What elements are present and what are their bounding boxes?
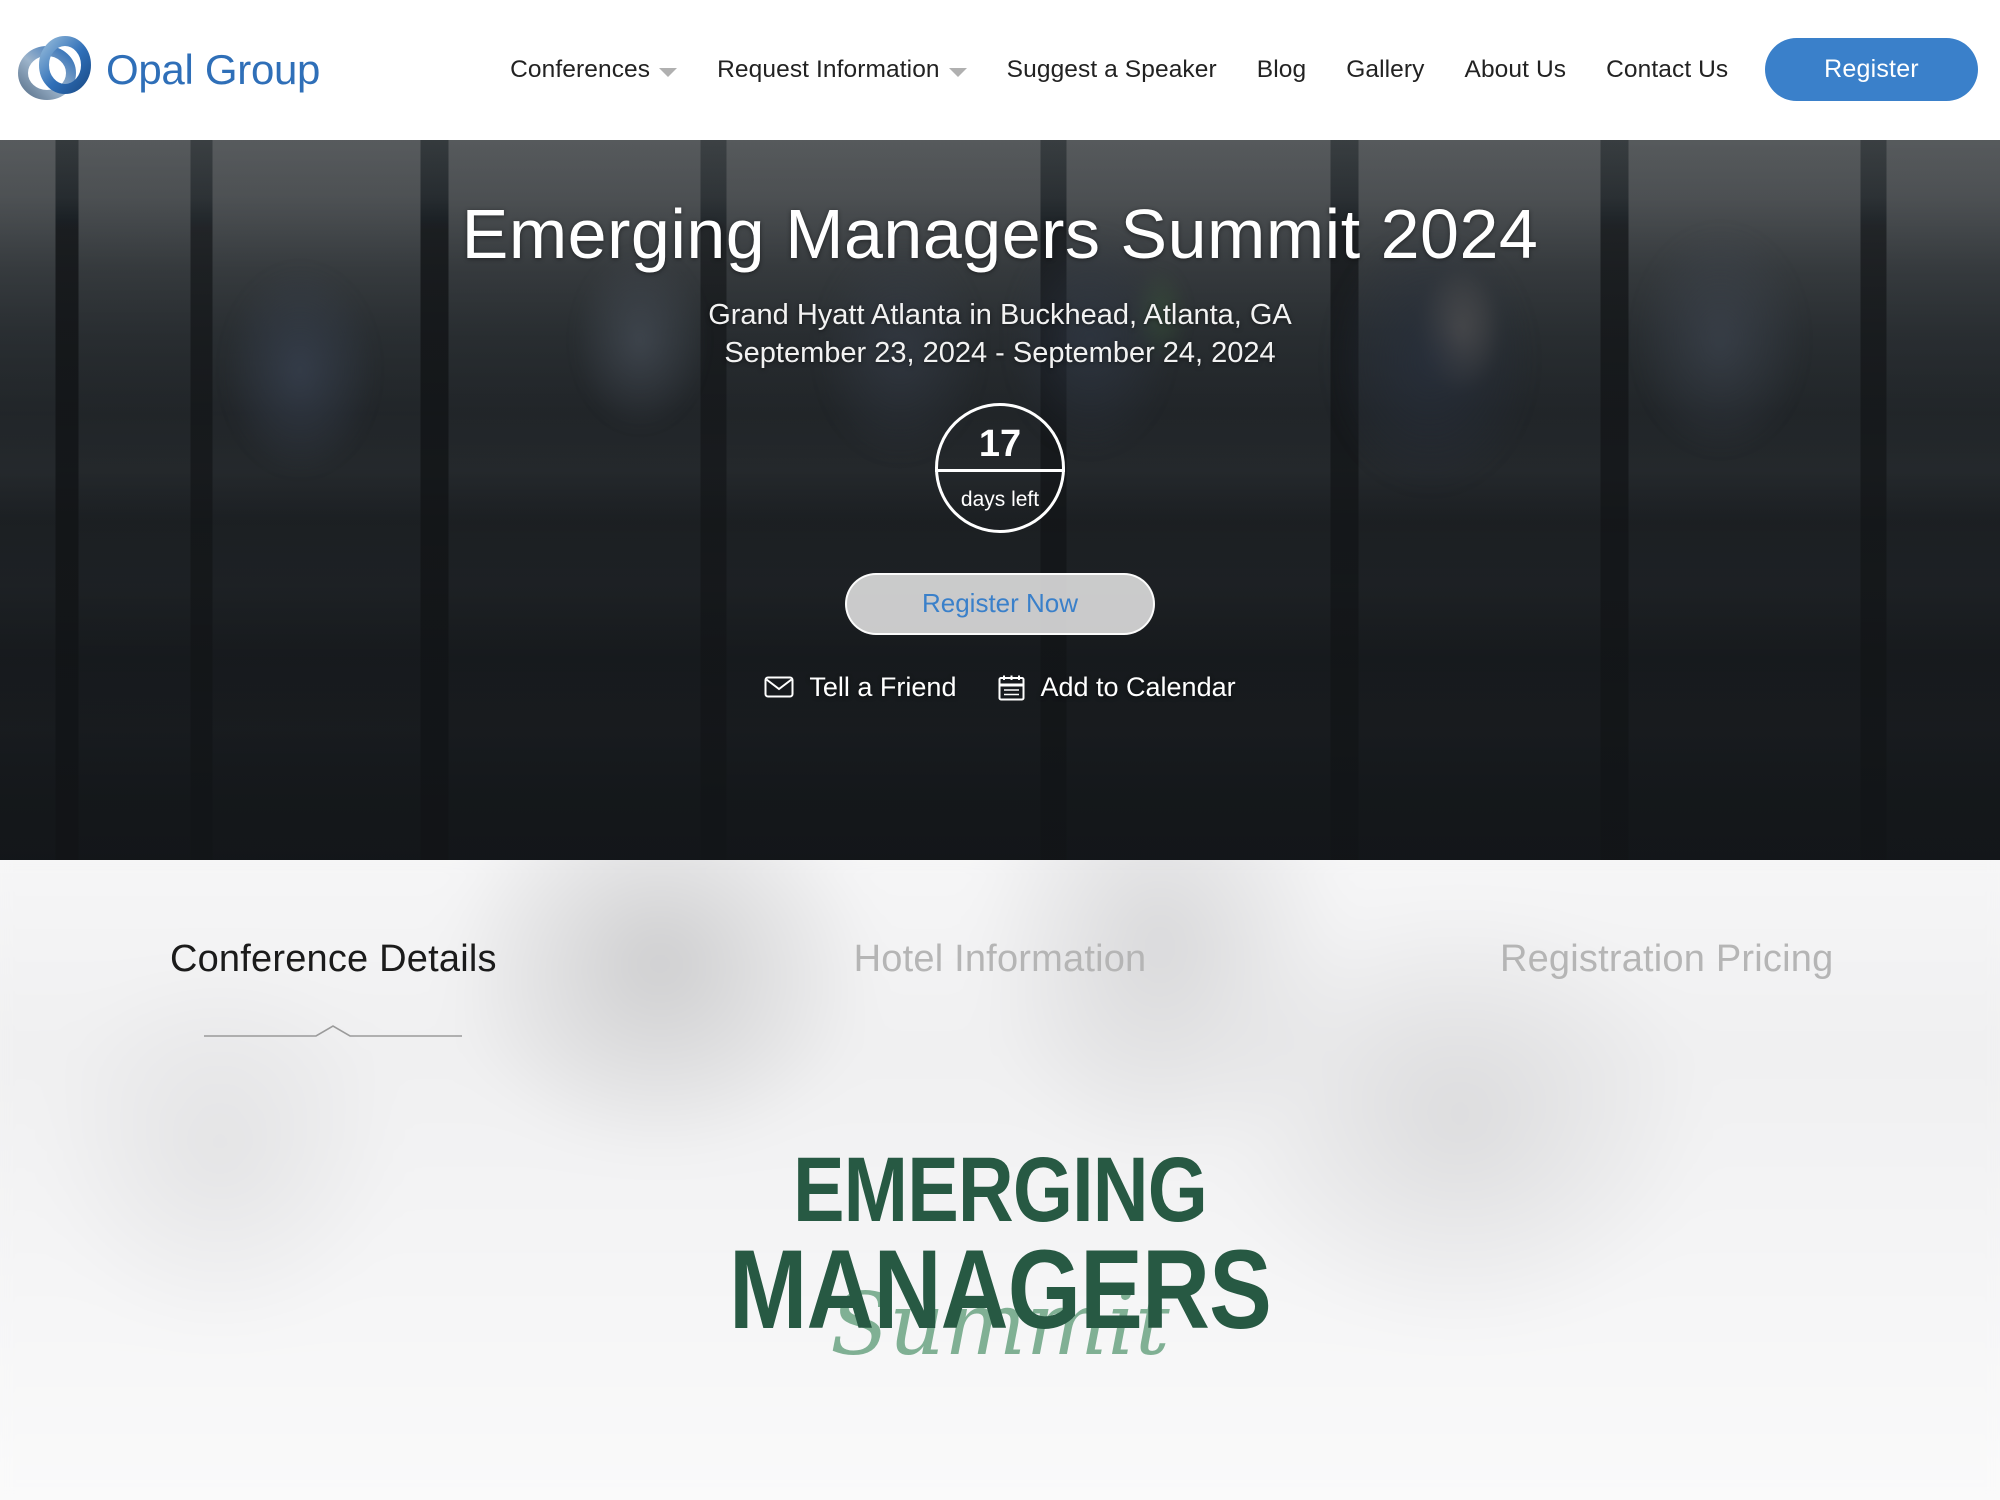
nav-label: Suggest a Speaker <box>1006 56 1217 83</box>
event-dates: September 23, 2024 - September 24, 2024 <box>724 336 1276 369</box>
opal-rings-logo-icon <box>18 35 96 105</box>
nav-item-conferences[interactable]: Conferences <box>490 56 697 84</box>
hero-content: Emerging Managers Summit 2024 Grand Hyat… <box>0 140 2000 703</box>
nav-label: Conferences <box>510 56 651 83</box>
nav-item-request-information[interactable]: Request Information <box>697 56 987 84</box>
page-title: Emerging Managers Summit 2024 <box>461 195 1539 273</box>
content-area: Conference Details Hotel Information Reg… <box>0 860 2000 1500</box>
chevron-down-icon <box>948 67 967 77</box>
tab-label: Hotel Information <box>853 938 1147 980</box>
nav-label: Contact Us <box>1606 56 1729 83</box>
brand-name: Opal Group <box>106 46 321 93</box>
event-logo: EMERGING MANAGERS Summit <box>0 1139 2000 1367</box>
tab-hotel-information[interactable]: Hotel Information <box>667 938 1334 981</box>
main-navigation: Conferences Request Information Suggest … <box>490 56 1748 84</box>
nav-label: Gallery <box>1346 56 1425 83</box>
site-header: Opal Group Conferences Request Informati… <box>0 0 2000 140</box>
tab-label: Conference Details <box>169 938 497 980</box>
nav-item-blog[interactable]: Blog <box>1237 56 1326 84</box>
envelope-icon <box>764 675 794 699</box>
event-logo-line-2: MANAGERS <box>728 1226 1272 1352</box>
nav-label: Blog <box>1256 56 1307 83</box>
countdown-badge: 17 days left <box>935 402 1065 533</box>
nav-item-about-us[interactable]: About Us <box>1445 56 1587 84</box>
nav-label: Request Information <box>717 56 940 83</box>
nav-item-contact-us[interactable]: Contact Us <box>1586 56 1748 84</box>
register-now-button[interactable]: Register Now <box>845 572 1155 635</box>
nav-label: About Us <box>1464 56 1567 83</box>
add-to-calendar-label: Add to Calendar <box>1040 671 1236 702</box>
tell-a-friend-label: Tell a Friend <box>809 671 957 702</box>
hero-banner: Emerging Managers Summit 2024 Grand Hyat… <box>0 140 2000 860</box>
countdown-label: days left <box>960 488 1040 512</box>
calendar-icon <box>998 674 1025 701</box>
tab-conference-details[interactable]: Conference Details <box>0 938 667 1038</box>
tab-label: Registration Pricing <box>1499 938 1834 980</box>
event-logo-line-1: EMERGING <box>792 1139 1208 1241</box>
register-button[interactable]: Register <box>1765 38 1978 101</box>
tab-bar: Conference Details Hotel Information Reg… <box>0 860 2000 1038</box>
nav-item-gallery[interactable]: Gallery <box>1326 56 1444 84</box>
nav-item-suggest-a-speaker[interactable]: Suggest a Speaker <box>987 56 1237 84</box>
event-venue: Grand Hyatt Atlanta in Buckhead, Atlanta… <box>708 299 1292 332</box>
tell-a-friend-link[interactable]: Tell a Friend <box>764 672 956 703</box>
add-to-calendar-link[interactable]: Add to Calendar <box>998 671 1236 703</box>
tab-registration-pricing[interactable]: Registration Pricing <box>1333 938 2000 981</box>
active-tab-underline-icon <box>204 1025 463 1037</box>
chevron-down-icon <box>659 67 678 77</box>
hero-actions: Tell a Friend Add to Calendar <box>0 672 2000 703</box>
brand-logo-link[interactable]: Opal Group <box>18 35 320 105</box>
countdown-number: 17 <box>978 423 1022 466</box>
